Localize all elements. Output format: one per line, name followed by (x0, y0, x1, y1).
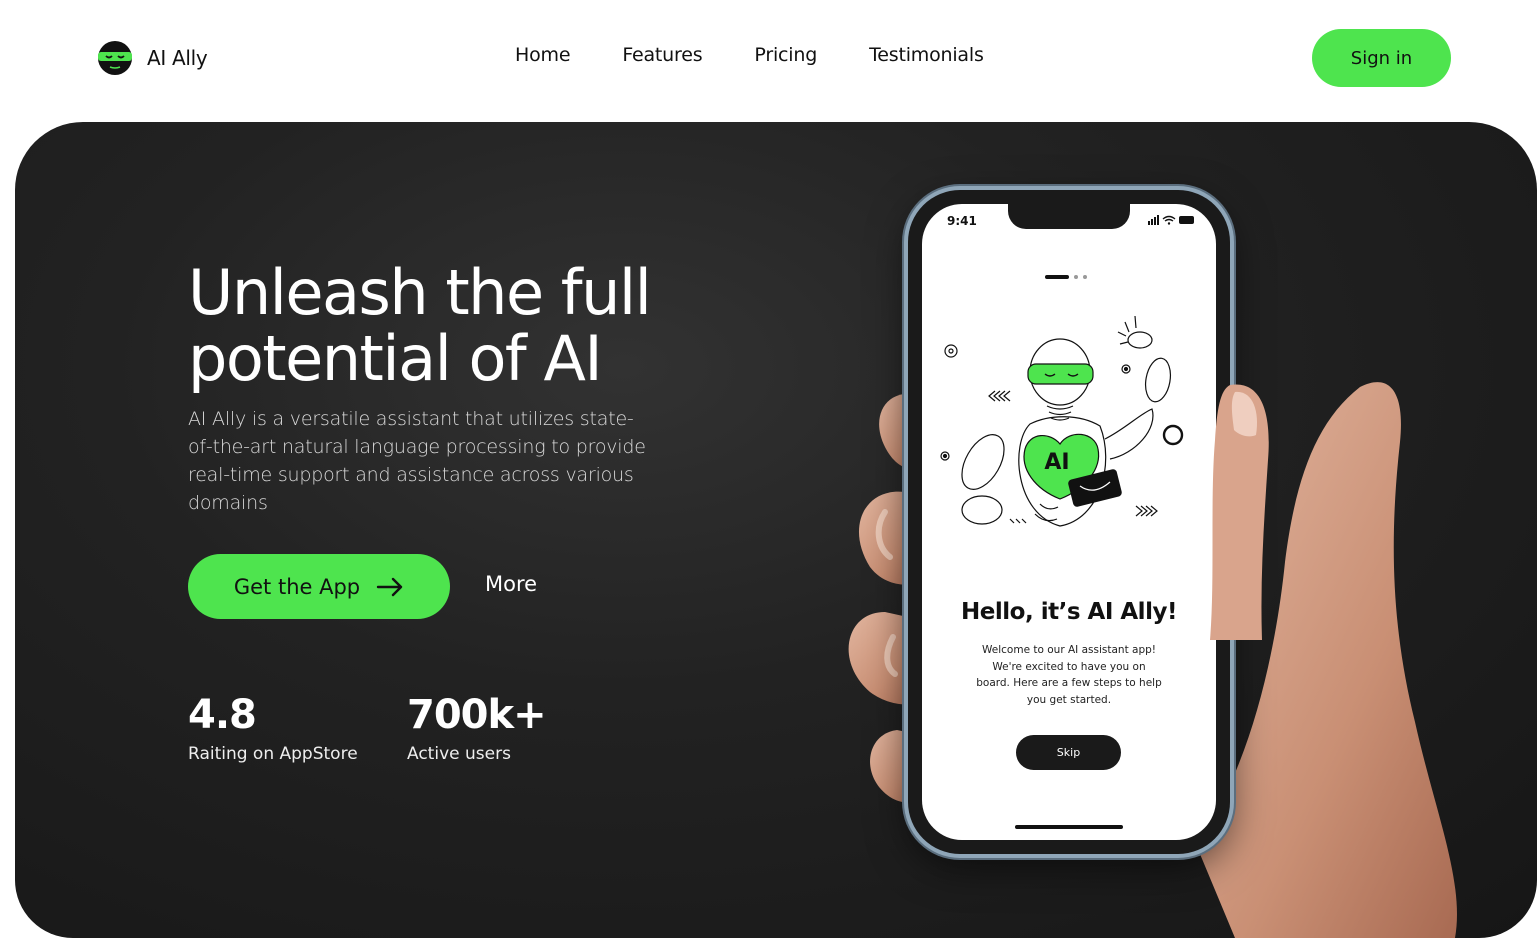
arrow-right-icon (376, 577, 403, 596)
stat-rating-label: Raiting on AppStore (188, 744, 358, 764)
phone-mockup: 9:41 AI Hello, it’s AI Ally! Welcome to … (908, 190, 1230, 854)
top-navigation: AI Ally Home Features Pricing Testimonia… (0, 0, 1537, 116)
stat-rating-value: 4.8 (188, 692, 257, 738)
hero-section: Unleash the full potential of AI AI Ally… (15, 122, 1537, 938)
stat-rating: 4.8 Raiting on AppStore (188, 692, 358, 764)
status-time: 9:41 (947, 214, 977, 228)
get-the-app-button[interactable]: Get the App (188, 554, 450, 619)
brand-logo-link[interactable]: AI Ally (97, 40, 208, 76)
nav-pricing-link[interactable]: Pricing (754, 44, 817, 66)
get-the-app-label: Get the App (233, 574, 361, 599)
ninja-mask-logo-icon (98, 41, 132, 75)
page-indicator-active (1045, 275, 1069, 279)
brand-name: AI Ally (147, 46, 208, 70)
robot-illustration: AI (940, 315, 1184, 527)
stat-users: 700k+ Active users (407, 692, 547, 764)
robot-ai-badge: AI (1044, 450, 1069, 475)
hero-description: AI Ally is a versatile assistant that ut… (188, 408, 646, 514)
nav-home-link[interactable]: Home (515, 44, 571, 66)
phone-notch (1008, 204, 1130, 229)
sign-in-button[interactable]: Sign in (1312, 29, 1451, 87)
more-link[interactable]: More (485, 572, 537, 596)
page-indicator-dot (1083, 275, 1087, 279)
main-menu: Home Features Pricing Testimonials (515, 44, 984, 66)
onboarding-title: Hello, it’s AI Ally! (961, 599, 1177, 625)
thumb-illustration (1210, 384, 1269, 640)
phone-screen: 9:41 AI Hello, it’s AI Ally! Welcome to … (922, 204, 1216, 840)
onboarding-body: Welcome to our AI assistant app! We're e… (976, 644, 1162, 706)
skip-button[interactable]: Skip (1016, 735, 1121, 770)
stat-users-label: Active users (407, 744, 511, 764)
home-indicator (1015, 825, 1123, 829)
page-indicator-dot (1074, 275, 1078, 279)
hero-headline: Unleash the full potential of AI (188, 256, 652, 395)
stat-users-value: 700k+ (407, 692, 547, 738)
nav-testimonials-link[interactable]: Testimonials (869, 44, 984, 66)
nav-features-link[interactable]: Features (622, 44, 702, 66)
status-bar-icons (1148, 215, 1194, 225)
onboarding-page-indicator (1045, 275, 1087, 279)
